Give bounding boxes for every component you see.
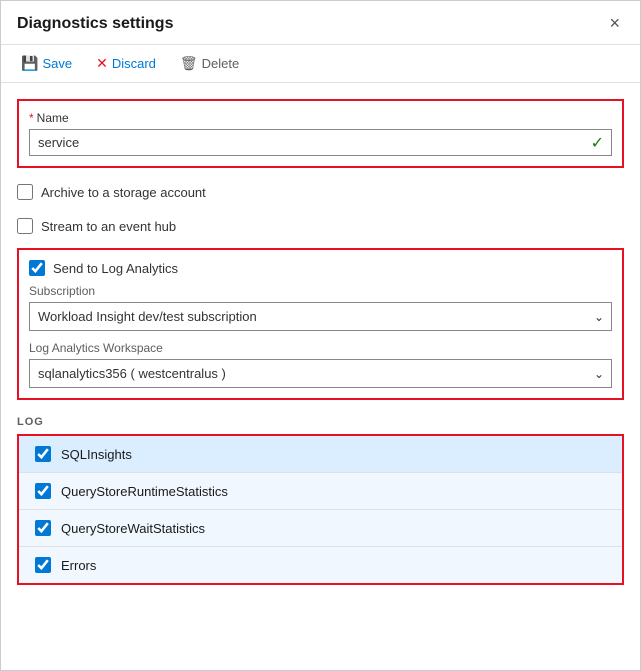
log-item-label: Errors [61,558,96,573]
log-item-checkbox[interactable] [35,483,51,499]
delete-label: Delete [202,56,240,71]
archive-row: Archive to a storage account [17,180,624,204]
send-log-analytics-checkbox[interactable] [29,260,45,276]
dialog-title: Diagnostics settings [17,15,173,33]
log-row: QueryStoreWaitStatistics [19,510,622,547]
discard-icon: ✕ [96,55,108,72]
name-label: *Name [29,111,612,125]
valid-check-icon: ✓ [591,133,604,153]
log-row: SQLInsights [19,436,622,473]
name-section: *Name ✓ [17,99,624,168]
log-row: QueryStoreRuntimeStatistics [19,473,622,510]
delete-button[interactable]: 🗑 Delete [176,53,243,74]
toolbar: 💾 Save ✕ Discard 🗑 Delete [1,45,640,83]
name-input-wrap: ✓ [29,129,612,156]
save-button[interactable]: 💾 Save [17,53,76,74]
log-table: SQLInsights QueryStoreRuntimeStatistics Qu… [17,434,624,585]
name-input[interactable] [29,129,612,156]
discard-label: Discard [112,56,156,71]
save-label: Save [42,56,72,71]
archive-label: Archive to a storage account [41,185,206,200]
required-star: * [29,111,34,125]
save-icon: 💾 [21,55,38,72]
archive-checkbox[interactable] [17,184,33,200]
stream-label: Stream to an event hub [41,219,176,234]
log-item-checkbox[interactable] [35,446,51,462]
dialog-content: *Name ✓ Archive to a storage account Str… [1,83,640,601]
log-row: Errors [19,547,622,583]
workspace-label: Log Analytics Workspace [29,341,612,355]
diagnostics-dialog: Diagnostics settings × 💾 Save ✕ Discard … [0,0,641,671]
log-section-label: LOG [17,416,624,428]
workspace-dropdown-wrap: sqlanalytics356 ( westcentralus ) ⌄ [29,359,612,388]
log-item-label: QueryStoreRuntimeStatistics [61,484,228,499]
dialog-header: Diagnostics settings × [1,1,640,45]
send-log-analytics-label: Send to Log Analytics [53,261,178,276]
stream-checkbox[interactable] [17,218,33,234]
log-item-label: QueryStoreWaitStatistics [61,521,205,536]
subscription-label: Subscription [29,284,612,298]
delete-icon: 🗑 [180,55,198,72]
log-analytics-section: Send to Log Analytics Subscription Workl… [17,248,624,400]
subscription-dropdown-wrap: Workload Insight dev/test subscription ⌄ [29,302,612,331]
send-la-row: Send to Log Analytics [29,260,612,276]
log-item-checkbox[interactable] [35,520,51,536]
log-item-label: SQLInsights [61,447,132,462]
workspace-select[interactable]: sqlanalytics356 ( westcentralus ) [29,359,612,388]
close-button[interactable]: × [605,13,624,34]
subscription-select[interactable]: Workload Insight dev/test subscription [29,302,612,331]
log-item-checkbox[interactable] [35,557,51,573]
log-section: LOG SQLInsights QueryStoreRuntimeStatisti… [17,416,624,585]
discard-button[interactable]: ✕ Discard [92,53,160,74]
stream-row: Stream to an event hub [17,214,624,238]
